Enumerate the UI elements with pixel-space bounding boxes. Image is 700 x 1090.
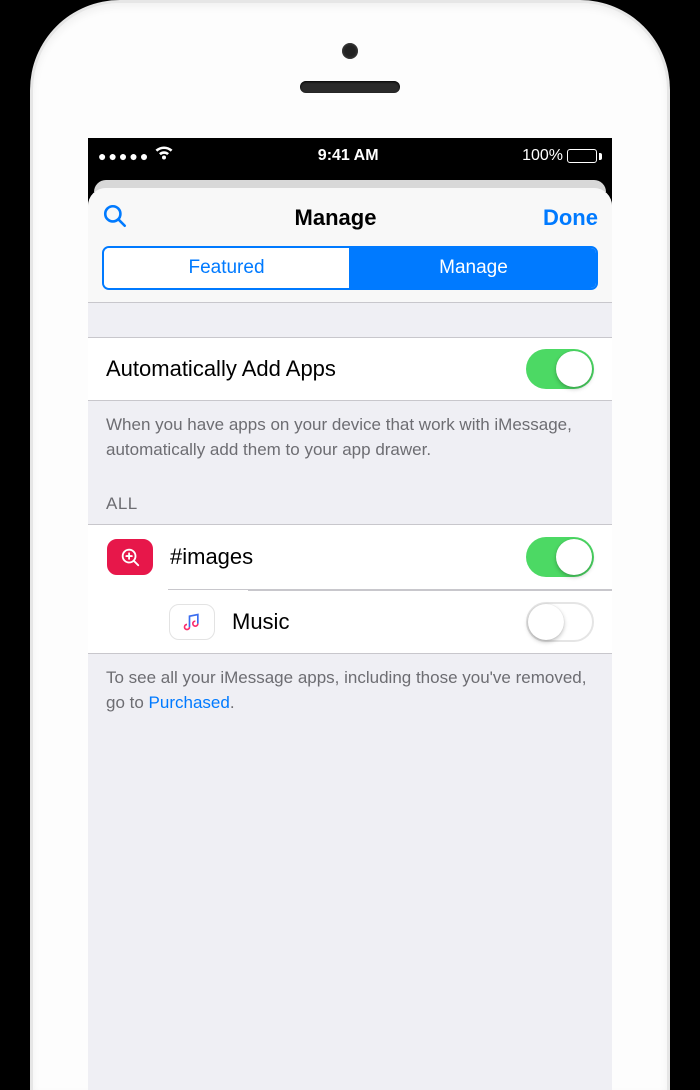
app-label: Music: [232, 609, 526, 635]
page-title: Manage: [295, 205, 377, 231]
done-button[interactable]: Done: [543, 205, 598, 231]
status-left: ●●●●●: [98, 146, 174, 166]
auto-add-apps-label: Automatically Add Apps: [106, 356, 526, 382]
auto-add-apps-row: Automatically Add Apps: [88, 337, 612, 401]
images-app-icon: [106, 539, 154, 575]
auto-add-apps-footer: When you have apps on your device that w…: [88, 401, 612, 470]
toggle-knob: [556, 351, 592, 387]
app-row-music: Music: [168, 589, 612, 653]
toggle-knob: [556, 539, 592, 575]
battery-percent: 100%: [522, 147, 563, 165]
app-row-images: #images: [88, 525, 612, 589]
battery-icon: [567, 149, 602, 163]
wifi-icon: [154, 146, 174, 166]
purchased-link[interactable]: Purchased: [149, 693, 230, 712]
sheet: Manage Done Featured Manage Automaticall…: [88, 188, 612, 1090]
tab-manage[interactable]: Manage: [349, 248, 596, 288]
auto-add-apps-toggle[interactable]: [526, 349, 594, 389]
toggle-knob: [528, 604, 564, 640]
all-section-header: ALL: [88, 470, 612, 524]
phone-sensors: [300, 43, 400, 93]
segmented-control: Featured Manage: [102, 246, 598, 290]
all-apps-group: #images Music: [88, 524, 612, 654]
search-icon[interactable]: [102, 203, 128, 234]
images-toggle[interactable]: [526, 537, 594, 577]
content: Automatically Add Apps When you have app…: [88, 303, 612, 724]
nav-bar: Manage Done Featured Manage: [88, 188, 612, 303]
music-toggle[interactable]: [526, 602, 594, 642]
screen: ●●●●● 9:41 AM 100%: [88, 138, 612, 1090]
tab-featured[interactable]: Featured: [104, 248, 349, 288]
app-label: #images: [170, 544, 526, 570]
all-section-footer: To see all your iMessage apps, including…: [88, 654, 612, 723]
footer-suffix: .: [230, 693, 235, 712]
phone-frame: ●●●●● 9:41 AM 100%: [30, 0, 670, 1090]
signal-dots-icon: ●●●●●: [98, 149, 150, 163]
speaker-slit: [300, 81, 400, 93]
status-bar: ●●●●● 9:41 AM 100%: [88, 138, 612, 174]
spacer: [88, 303, 612, 337]
status-right: 100%: [522, 147, 602, 165]
status-time: 9:41 AM: [174, 147, 522, 165]
camera-dot: [342, 43, 358, 59]
music-app-icon: [168, 604, 216, 640]
